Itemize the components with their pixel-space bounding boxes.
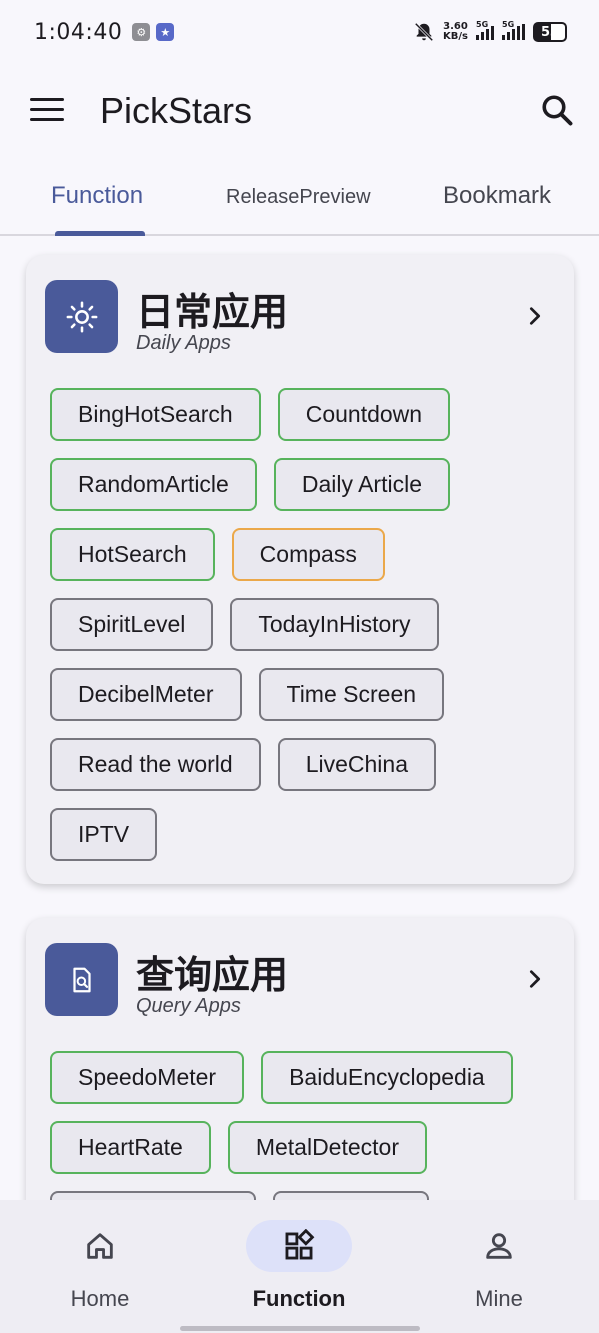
nav-home[interactable]: Home: [0, 1200, 200, 1320]
card-subtitle: Query Apps: [136, 995, 241, 1017]
card-header[interactable]: 日常应用 Daily Apps: [26, 255, 574, 375]
chip-countdown[interactable]: Countdown: [277, 388, 451, 441]
person-icon: [446, 1220, 552, 1272]
chip-baidu-encyclopedia[interactable]: BaiduEncyclopedia: [261, 1051, 513, 1104]
card-header[interactable]: 查询应用 Query Apps: [26, 918, 574, 1038]
nav-mine[interactable]: Mine: [399, 1200, 599, 1320]
chip-today-in-history[interactable]: TodayInHistory: [230, 598, 439, 651]
tab-bar: Function ReleasePreview Bookmark: [0, 170, 599, 236]
chip-time-screen[interactable]: Time Screen: [258, 668, 445, 721]
chip-group: SpeedoMeter BaiduEncyclopedia HeartRate …: [26, 1038, 546, 1200]
signal-icon-2: 5G: [502, 20, 525, 40]
chip-compass[interactable]: Compass: [231, 528, 385, 581]
card-title: 日常应用: [136, 290, 289, 334]
chip-decibel-meter[interactable]: DecibelMeter: [50, 668, 242, 721]
tab-indicator: [55, 231, 145, 236]
status-time: 1:04:40: [34, 19, 123, 45]
app-title: PickStars: [100, 90, 253, 131]
chip-random-article[interactable]: RandomArticle: [50, 458, 257, 511]
nav-label: Home: [70, 1286, 130, 1311]
star-status-icon: ★: [156, 23, 175, 41]
content-scroll-area[interactable]: 日常应用 Daily Apps BingHotSearch Countdown …: [0, 238, 599, 1200]
app-bar: PickStars: [0, 78, 599, 148]
status-right-icons: 3.60 KB/s 5G 5G 53: [413, 20, 567, 43]
network-speed: 3.60 KB/s: [443, 21, 468, 42]
card-daily-apps: 日常应用 Daily Apps BingHotSearch Countdown …: [26, 255, 574, 884]
card-query-apps: 查询应用 Query Apps SpeedoMeter BaiduEncyclo…: [26, 918, 574, 1200]
bell-muted-icon: [414, 22, 434, 42]
home-icon: [47, 1220, 153, 1272]
document-search-icon: [45, 943, 118, 1016]
chevron-right-icon[interactable]: [524, 966, 546, 992]
chip-partially-visible[interactable]: [50, 1191, 256, 1200]
search-icon[interactable]: [539, 92, 575, 128]
chip-hot-search[interactable]: HotSearch: [50, 528, 215, 581]
chip-live-china[interactable]: LiveChina: [277, 738, 436, 791]
chip-metal-detector[interactable]: MetalDetector: [227, 1121, 427, 1174]
tab-release-preview[interactable]: ReleasePreview: [226, 186, 371, 209]
hamburger-menu-icon[interactable]: [30, 98, 64, 126]
card-subtitle: Daily Apps: [136, 332, 231, 354]
gesture-handle[interactable]: [180, 1326, 420, 1331]
chip-group: BingHotSearch Countdown RandomArticle Da…: [26, 375, 546, 900]
status-bar: 1:04:40 ⚙ ★ 3.60 KB/s 5G 5G 53: [0, 0, 599, 64]
grid-icon: [246, 1220, 352, 1272]
chevron-right-icon[interactable]: [524, 303, 546, 329]
chip-partially-visible[interactable]: [273, 1191, 429, 1200]
chip-spirit-level[interactable]: SpiritLevel: [50, 598, 214, 651]
chip-read-the-world[interactable]: Read the world: [50, 738, 261, 791]
settings-status-icon: ⚙: [132, 23, 151, 41]
bottom-navigation: Home Function Mine: [0, 1200, 599, 1333]
tab-bookmark[interactable]: Bookmark: [443, 182, 551, 210]
nav-function[interactable]: Function: [199, 1200, 399, 1320]
sun-icon: [45, 280, 118, 353]
status-left-icons: ⚙ ★: [132, 23, 175, 41]
chip-heart-rate[interactable]: HeartRate: [50, 1121, 211, 1174]
chip-speedometer[interactable]: SpeedoMeter: [50, 1051, 245, 1104]
signal-icon-1: 5G: [476, 20, 494, 40]
nav-label: Function: [252, 1286, 346, 1311]
nav-label: Mine: [475, 1286, 523, 1311]
chip-bing-hot-search[interactable]: BingHotSearch: [50, 388, 261, 441]
tab-function[interactable]: Function: [51, 182, 143, 210]
chip-iptv[interactable]: IPTV: [50, 808, 158, 861]
chip-daily-article[interactable]: Daily Article: [273, 458, 450, 511]
card-title: 查询应用: [136, 953, 289, 997]
battery-icon: 53: [533, 22, 567, 42]
